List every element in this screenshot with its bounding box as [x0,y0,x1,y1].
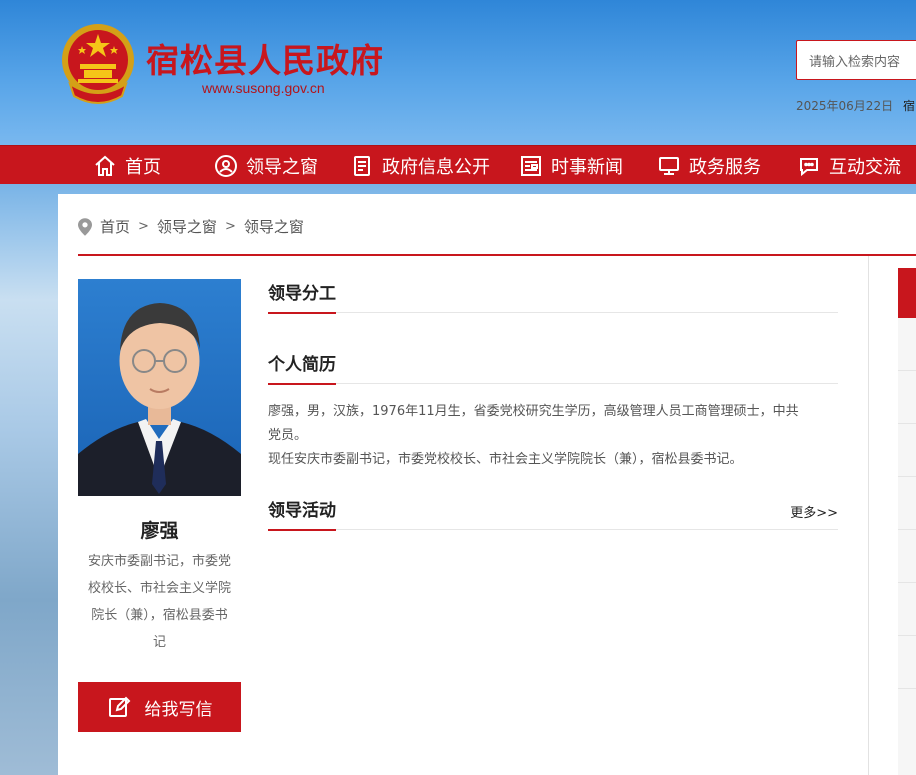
site-header: 宿松县人民政府 www.susong.gov.cn 请输入检索内容 2025年0… [0,0,916,145]
nav-label-interaction: 互动交流 [829,156,901,178]
section-resume: 个人简历 [268,348,838,385]
leader-name: 廖强 [140,520,179,542]
nav-item-leader[interactable]: 领导之窗 [214,146,318,185]
breadcrumb-separator: > [224,219,236,234]
breadcrumb-separator: > [138,219,149,234]
resume-line: 党员。 [268,428,308,443]
side-strip-accent [898,268,916,318]
leader-title-line: 校校长、市社会主义学院 [87,581,231,596]
national-emblem-icon [62,24,134,104]
resume-line: 现任安庆市委副书记，市委党校校长、市社会主义学院院长（兼），宿松县委书记。 [268,452,743,467]
write-letter-label: 给我写信 [144,699,213,720]
nav-label-home: 首页 [125,156,161,178]
section-activity-title: 领导活动 [268,496,336,531]
monitor-icon [659,156,679,175]
nav-label-gov-info: 政府信息公开 [382,156,490,178]
breadcrumb-leader[interactable]: 领导之窗 [157,216,217,237]
search-input[interactable]: 请输入检索内容 [796,40,916,80]
location-pin-icon [78,217,92,236]
leader-title-line: 院长（兼），宿松县委书 [91,608,228,623]
nav-item-news[interactable]: 时事新闻 [519,146,623,185]
home-icon [95,155,115,176]
section-activity: 领导活动 更多>> [268,494,838,531]
side-strip [898,268,916,775]
leader-title-line: 安庆市委副书记，市委党 [87,554,231,569]
chat-icon [800,157,818,176]
write-letter-button[interactable]: 给我写信 [78,682,241,732]
date-suffix: 宿 [903,99,916,113]
column-divider [868,256,869,775]
resume-text: 廖强，男，汉族，1976年11月生，省委党校研究生学历，高级管理人员工商管理硕士… [268,400,843,472]
nav-item-services[interactable]: 政务服务 [657,146,761,185]
breadcrumb: 首页 > 领导之窗 > 领导之窗 [78,216,304,237]
section-duty-title: 领导分工 [268,279,336,314]
leader-photo [78,279,241,496]
main-nav: 首页 领导之窗 政府信息公开 时事新闻 政务服务 互动交流 [0,145,916,184]
edit-icon [108,696,130,717]
content-panel: 首页 > 领导之窗 > 领导之窗 廖强 安庆市委副书记，市委党 校校长、市社会主… [58,194,916,775]
nav-item-home[interactable]: 首页 [93,146,161,185]
nav-item-interaction[interactable]: 互动交流 [797,146,901,185]
news-icon [521,155,541,176]
current-date: 2025年06月22日 [796,99,894,113]
resume-line: 廖强，男，汉族，1976年11月生，省委党校研究生学历，高级管理人员工商管理硕士… [268,404,799,419]
leader-title: 安庆市委副书记，市委党 校校长、市社会主义学院 院长（兼），宿松县委书 记 [78,548,241,656]
activity-more-link[interactable]: 更多>> [790,502,838,521]
leader-icon [215,154,237,177]
breadcrumb-divider [78,254,916,256]
site-url[interactable]: www.susong.gov.cn [202,80,325,96]
nav-label-services: 政务服务 [689,156,761,178]
breadcrumb-current[interactable]: 领导之窗 [244,216,304,237]
site-title[interactable]: 宿松县人民政府 [146,34,384,82]
leader-title-line: 记 [152,635,166,650]
document-icon [354,155,370,176]
section-resume-title: 个人简历 [268,350,336,385]
breadcrumb-home[interactable]: 首页 [100,216,130,237]
nav-label-leader: 领导之窗 [246,156,318,178]
nav-item-gov-info[interactable]: 政府信息公开 [350,146,490,185]
section-duty: 领导分工 [268,277,838,314]
nav-label-news: 时事新闻 [551,156,623,178]
